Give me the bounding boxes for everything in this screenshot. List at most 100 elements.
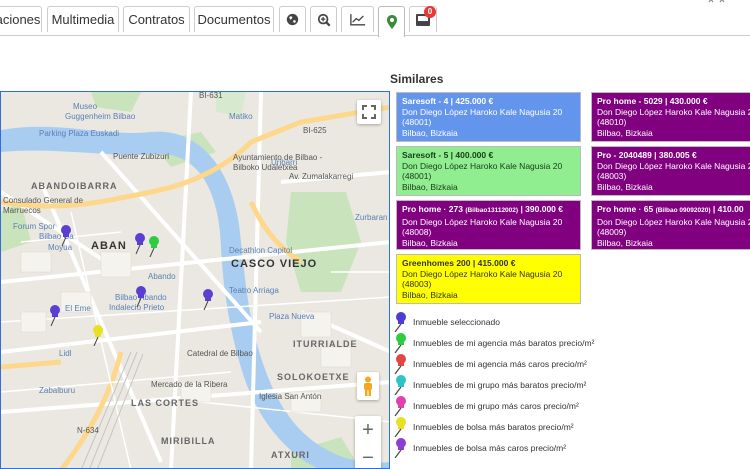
card-postcode: (48009) <box>597 227 627 237</box>
map-pin[interactable] <box>134 285 148 307</box>
card-city: Bilbao, Bizkaia <box>597 237 653 248</box>
map-label: Zurbaran <box>355 213 388 222</box>
card-title: Pro home · 65 (Bilbao 09092020) | 410.00 <box>597 204 744 214</box>
legend-item: Inmuebles de mi grupo más caros precio/m… <box>393 395 579 416</box>
map-label: Abando <box>148 272 176 281</box>
pushpin-icon <box>394 374 406 395</box>
zoom-icon <box>317 13 330 26</box>
tab-chart[interactable] <box>341 6 374 32</box>
legend-label: Inmuebles de bolsa más baratos precio/m² <box>413 421 574 432</box>
map-base <box>1 92 389 468</box>
map-label: Iglesia San Antón <box>259 392 322 401</box>
map-label: Marruecos <box>3 206 41 215</box>
legend-label: Inmueble seleccionado <box>413 316 500 327</box>
map-label: Uribarri <box>271 158 298 167</box>
map-label: BI-625 <box>303 126 327 135</box>
legend-item: Inmuebles de bolsa más baratos precio/m² <box>393 416 574 437</box>
card-postcode: (48003) <box>597 171 627 181</box>
map-pin[interactable] <box>147 235 161 257</box>
map-label: Catedral de Bilbao <box>187 349 253 358</box>
zoom-in-button[interactable]: + <box>355 416 381 444</box>
pushpin-icon <box>394 437 406 458</box>
similar-card[interactable]: Pro home · 65 (Bilbao 09092020) | 410.00… <box>591 200 750 250</box>
legend-item: Inmuebles de mi agencia más baratos prec… <box>393 332 594 353</box>
expand-icon[interactable] <box>708 0 728 10</box>
tab-zoom[interactable] <box>310 6 337 32</box>
legend-label: Inmuebles de mi grupo más baratos precio… <box>413 379 587 390</box>
similar-card[interactable]: Pro - 2040489 | 380.005 € Don Diego Lópe… <box>591 146 750 196</box>
map-label: N-634 <box>77 426 99 435</box>
card-postcode: (48008) <box>402 227 432 237</box>
tab-multimedia[interactable]: Multimedia <box>47 6 119 32</box>
map-label: El Eme <box>65 304 91 313</box>
globe-icon <box>286 13 299 26</box>
similares-title: Similares <box>390 72 444 86</box>
card-postcode: (48010) <box>597 117 627 127</box>
map-label: Decathlon Capitol <box>229 246 293 255</box>
legend-item: Inmueble seleccionado <box>393 311 500 332</box>
tab-inbox[interactable]: 0 <box>409 6 437 32</box>
map-marker-icon <box>386 15 397 29</box>
similar-card[interactable]: Greenhomes 200 | 415.000 € Don Diego Lóp… <box>396 254 581 304</box>
tab-relaciones[interactable]: aciones <box>0 6 42 32</box>
map-label: ITURRIALDE <box>293 339 358 349</box>
card-address: Don Diego López Haroko Kale Nagusia 20 <box>597 106 750 117</box>
fullscreen-button[interactable] <box>357 100 381 124</box>
card-title: Greenhomes 200 | 415.000 € <box>402 258 516 268</box>
pushpin-icon <box>394 416 406 437</box>
tab-globe[interactable] <box>279 6 306 32</box>
street-view-button[interactable] <box>357 372 379 400</box>
similar-card[interactable]: Saresoft - 4 | 425.000 € Don Diego López… <box>396 92 581 142</box>
legend-item: Inmuebles de mi agencia más caros precio… <box>393 353 587 374</box>
map-pin[interactable] <box>201 288 215 310</box>
tab-map[interactable] <box>378 6 405 37</box>
card-address: Don Diego López Haroko Kale Nagusia 20 <box>597 160 750 171</box>
pegman-icon <box>364 376 372 396</box>
similar-card[interactable]: Pro home · 273 (Bilbao13112002) | 390.00… <box>396 200 581 250</box>
map-label: Forum Spor <box>13 222 56 231</box>
card-address: Don Diego López Haroko Kale Nagusia 20 <box>402 216 563 227</box>
card-address: Don Diego López Haroko Kale Nagusia 20 <box>597 216 750 227</box>
zoom-controls: + − <box>355 416 381 468</box>
map-label: Museo <box>73 102 98 111</box>
similar-card[interactable]: Pro home - 5029 | 430.000 € Don Diego Ló… <box>591 92 750 142</box>
card-address: Don Diego López Haroko Kale Nagusia 20 <box>402 268 563 279</box>
card-title: Pro home - 5029 | 430.000 € <box>597 96 708 106</box>
map-label: Mercado de la Ribera <box>151 380 228 389</box>
map-pin[interactable] <box>59 224 73 246</box>
map[interactable]: Museo Guggenheim Bilbao Parking Plaza Eu… <box>0 91 390 469</box>
map-label: Av. Zumalakarregi <box>289 172 354 181</box>
notification-badge: 0 <box>424 6 436 18</box>
card-postcode: (48001) <box>402 171 432 181</box>
tab-label: Multimedia <box>51 12 115 27</box>
legend-item: Inmuebles de bolsa más caros precio/m² <box>393 437 566 458</box>
similar-card[interactable]: Saresoft - 5 | 400.000 € Don Diego López… <box>396 146 581 196</box>
map-label: ABANDOIBARRA <box>31 181 118 191</box>
map-label: BI-631 <box>199 91 223 100</box>
tab-contratos[interactable]: Contratos <box>123 6 190 32</box>
map-label: Lidl <box>59 349 72 358</box>
tab-documentos[interactable]: Documentos <box>194 6 274 32</box>
zoom-out-button[interactable]: − <box>355 444 381 468</box>
map-label: Matiko <box>229 112 253 121</box>
map-label: Plaza Nueva <box>269 312 315 321</box>
map-pin[interactable] <box>48 304 62 326</box>
card-title: Pro home · 273 (Bilbao13112002) | 390.00… <box>402 204 563 214</box>
card-postcode: (48001) <box>402 117 432 127</box>
map-label: LAS CORTES <box>131 398 200 408</box>
legend-label: Inmuebles de mi grupo más caros precio/m… <box>413 400 579 411</box>
legend-label: Inmuebles de mi agencia más baratos prec… <box>413 337 595 348</box>
map-pin[interactable] <box>133 232 147 254</box>
map-pin[interactable] <box>91 324 105 346</box>
map-label: Zabalburu <box>39 386 76 395</box>
tab-label: aciones <box>0 12 41 27</box>
tab-label: Contratos <box>128 12 185 27</box>
map-label: CASCO VIEJO <box>231 258 318 270</box>
pushpin-icon <box>394 395 406 416</box>
tab-label: Documentos <box>197 12 271 27</box>
card-address: Don Diego López Haroko Kale Nagusia 20 <box>402 160 563 171</box>
map-label: SOLOKOETXE <box>277 372 350 382</box>
card-city: Bilbao, Bizkaia <box>597 181 653 192</box>
map-label: ATXURI <box>271 450 310 460</box>
chart-icon <box>349 14 365 26</box>
